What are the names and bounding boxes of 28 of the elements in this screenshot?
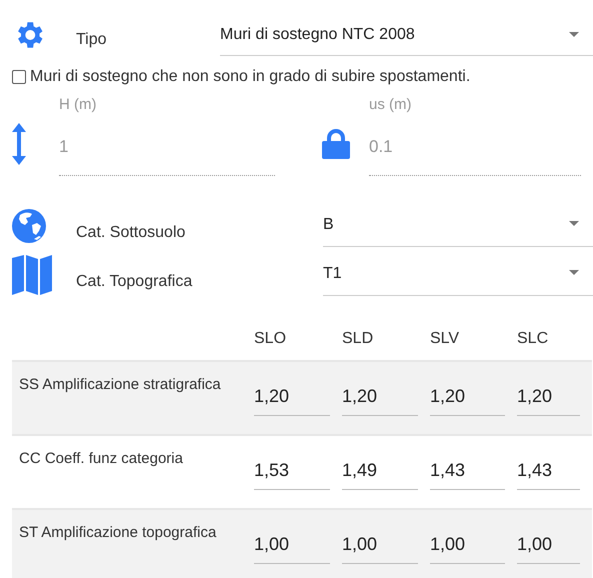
lock-icon bbox=[322, 129, 350, 159]
column-header: SLC bbox=[517, 330, 550, 349]
dropdown-caret-icon bbox=[569, 270, 579, 275]
value-field[interactable]: 1,43 bbox=[517, 460, 580, 490]
column-header: SLD bbox=[342, 330, 374, 349]
category-select[interactable]: B bbox=[323, 204, 593, 247]
type-select[interactable]: Muri di sostegno NTC 2008 bbox=[220, 14, 593, 56]
type-label: Tipo bbox=[76, 30, 108, 49]
column-header: SLO bbox=[254, 330, 288, 349]
checkbox-label: Muri di sostegno che non sono in grado di subire spostamenti. bbox=[30, 68, 470, 86]
field-label: H (m) bbox=[59, 96, 98, 113]
value-field[interactable]: 1,53 bbox=[254, 460, 330, 490]
field-label: us (m) bbox=[369, 96, 412, 113]
category-label: Cat. Sottosuolo bbox=[76, 222, 186, 242]
category-select[interactable]: T1 bbox=[323, 253, 593, 296]
value-field[interactable]: 1,43 bbox=[430, 460, 505, 490]
row-label: SS Amplificazione stratigrafica bbox=[19, 376, 221, 393]
vertical-arrow-icon bbox=[12, 123, 26, 165]
map-icon bbox=[12, 254, 52, 294]
dropdown-caret-icon bbox=[569, 32, 579, 36]
dropdown-caret-icon bbox=[569, 221, 579, 226]
row-label: CC Coeff. funz categoria bbox=[19, 450, 183, 467]
globe-icon bbox=[12, 208, 46, 242]
category-label: Cat. Topografica bbox=[76, 272, 194, 290]
value-field[interactable]: 1,49 bbox=[342, 460, 418, 490]
column-header: SLV bbox=[430, 330, 460, 349]
checkbox[interactable] bbox=[12, 70, 26, 84]
row-label: ST Amplificazione topografica bbox=[19, 524, 216, 541]
